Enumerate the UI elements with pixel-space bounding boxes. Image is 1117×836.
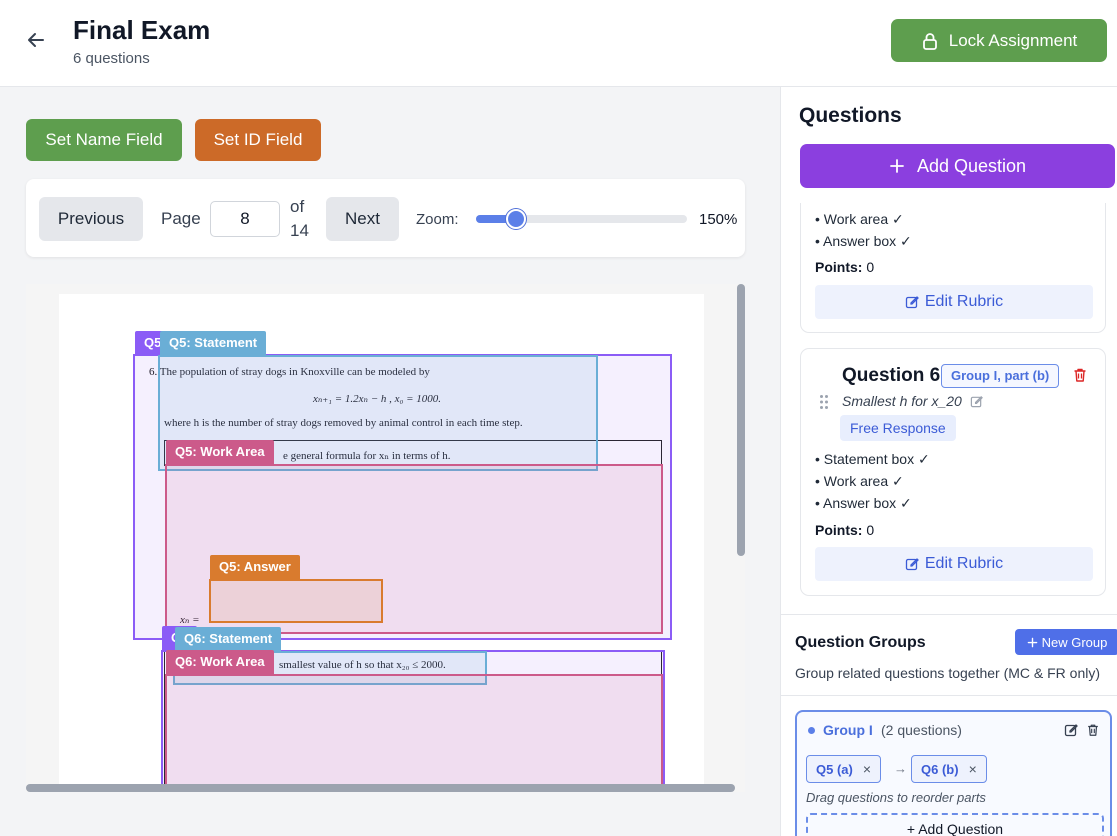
total-pages: 14 <box>290 221 309 240</box>
zoom-slider-thumb[interactable] <box>506 209 527 229</box>
q6-bullet-answer: • Answer box ✓ <box>815 495 912 511</box>
horizontal-scrollbar[interactable] <box>26 784 735 792</box>
pdf-page: 6. The population of stray dogs in Knoxv… <box>59 294 704 792</box>
q5-edit-rubric-button[interactable]: Edit Rubric <box>815 285 1093 319</box>
remove-chip-icon[interactable]: × <box>863 761 871 777</box>
q6-drag-handle[interactable] <box>819 394 829 415</box>
edit-icon <box>905 558 919 571</box>
top-header: Final Exam 6 questions Lock Assignment <box>0 0 1117 87</box>
q6-title: Question 6 <box>842 365 941 386</box>
plus-icon <box>890 159 904 173</box>
page-title: Final Exam <box>73 15 211 45</box>
group-add-question-button[interactable]: + Add Question <box>806 813 1104 836</box>
back-button[interactable] <box>24 28 48 52</box>
of-label: of <box>290 197 305 216</box>
edit-icon <box>905 296 919 309</box>
q5-statement-tag: Q5: Statement <box>160 331 267 355</box>
edit-group-button[interactable] <box>1064 723 1078 742</box>
q5-points-value: 0 <box>866 259 875 275</box>
q5-points: Points: 0 <box>815 259 874 275</box>
lock-assignment-label: Lock Assignment <box>948 30 1078 50</box>
q5-answer-region[interactable] <box>209 579 383 623</box>
q6-bullet-statement: • Statement box ✓ <box>815 451 930 467</box>
group-chip-q6[interactable]: Q6 (b) × <box>911 755 987 783</box>
question-groups-heading: Question Groups <box>795 634 926 651</box>
q5-answer-tag: Q5: Answer <box>210 555 300 579</box>
page-label: Page <box>161 209 201 228</box>
q6-edit-rubric-label: Edit Rubric <box>924 555 1004 572</box>
question-count: 6 questions <box>73 50 150 67</box>
drag-handle-icon <box>820 395 828 409</box>
edit-icon <box>1064 724 1078 737</box>
q6-points: Points: 0 <box>815 522 874 538</box>
page-number-input[interactable] <box>210 201 280 237</box>
zoom-value: 150% <box>699 211 738 228</box>
group-name: Group I <box>823 722 873 738</box>
q5-edit-rubric-label: Edit Rubric <box>924 293 1004 310</box>
question-card-5[interactable]: • Work area ✓ • Answer box ✓ Points: 0 E… <box>800 203 1106 333</box>
q6-type-badge: Free Response <box>840 415 956 441</box>
document-area: Set Name Field Set ID Field Previous Pag… <box>0 87 780 836</box>
lock-icon <box>922 32 937 50</box>
trash-icon <box>1074 368 1086 382</box>
add-question-label: Add Question <box>916 155 1027 176</box>
q6-bullet-work: • Work area ✓ <box>815 473 904 489</box>
new-group-button[interactable]: New Group <box>1015 629 1117 655</box>
q6-group-badge: Group I, part (b) <box>941 364 1060 388</box>
group-chip-q5[interactable]: Q5 (a) × <box>806 755 882 783</box>
trash-icon <box>1088 724 1098 736</box>
q6-work-area-tag: Q6: Work Area <box>166 650 274 674</box>
edit-icon <box>970 396 983 408</box>
q6-statement-tag: Q6: Statement <box>175 627 282 651</box>
questions-heading: Questions <box>799 104 902 127</box>
previous-page-button[interactable]: Previous <box>39 197 143 241</box>
set-name-field-button[interactable]: Set Name Field <box>26 119 182 161</box>
chip-label: Q5 (a) <box>816 761 853 777</box>
new-group-label: New Group <box>1041 634 1108 650</box>
remove-chip-icon[interactable]: × <box>969 761 977 777</box>
q6-points-label: Points: <box>815 522 863 538</box>
q6-points-value: 0 <box>866 522 875 538</box>
question-groups-description: Group related questions together (MC & F… <box>795 665 1101 681</box>
q6-edit-rubric-button[interactable]: Edit Rubric <box>815 547 1093 581</box>
delete-group-button[interactable] <box>1086 723 1100 742</box>
questions-sidebar: Questions Add Question • Work area ✓ • A… <box>780 87 1117 836</box>
q6-description: Smallest h for x_20 <box>842 393 962 409</box>
chip-label: Q6 (b) <box>921 761 959 777</box>
q6-edit-description-button[interactable] <box>970 395 983 413</box>
zoom-label: Zoom: <box>416 211 459 228</box>
pdf-viewer[interactable]: 6. The population of stray dogs in Knoxv… <box>26 284 745 792</box>
q6-delete-button[interactable] <box>1072 367 1088 388</box>
q6-work-area-region[interactable] <box>165 674 663 792</box>
question-list[interactable]: • Work area ✓ • Answer box ✓ Points: 0 E… <box>781 203 1117 613</box>
q5-points-label: Points: <box>815 259 863 275</box>
question-groups-section: Question Groups New Group Group related … <box>781 614 1117 836</box>
group-card-1[interactable]: Group I (2 questions) Q5 (a) × → Q6 (b) … <box>795 710 1112 836</box>
add-question-button[interactable]: Add Question <box>800 144 1115 188</box>
reorder-hint: Drag questions to reorder parts <box>806 790 986 805</box>
page-total: of 14 <box>290 195 320 243</box>
set-id-field-button[interactable]: Set ID Field <box>195 119 321 161</box>
arrow-left-icon <box>28 33 44 47</box>
plus-icon <box>1027 637 1037 647</box>
lock-assignment-button[interactable]: Lock Assignment <box>891 19 1107 62</box>
q5-bullet-work: • Work area ✓ <box>815 211 904 227</box>
group-question-count: (2 questions) <box>881 722 962 738</box>
vertical-scrollbar[interactable] <box>737 284 745 556</box>
divider <box>781 695 1117 696</box>
next-page-button[interactable]: Next <box>326 197 399 241</box>
group-color-dot <box>808 727 815 734</box>
q5-work-area-tag: Q5: Work Area <box>166 440 274 464</box>
zoom-slider[interactable] <box>476 209 687 229</box>
page-controls: Previous Page of 14 Next Zoom: 150% <box>26 179 745 257</box>
question-card-6[interactable]: Question 6 Group I, part (b) Smallest h … <box>800 348 1106 596</box>
arrow-right-icon: → <box>894 761 907 776</box>
q5-bullet-answer: • Answer box ✓ <box>815 233 912 249</box>
